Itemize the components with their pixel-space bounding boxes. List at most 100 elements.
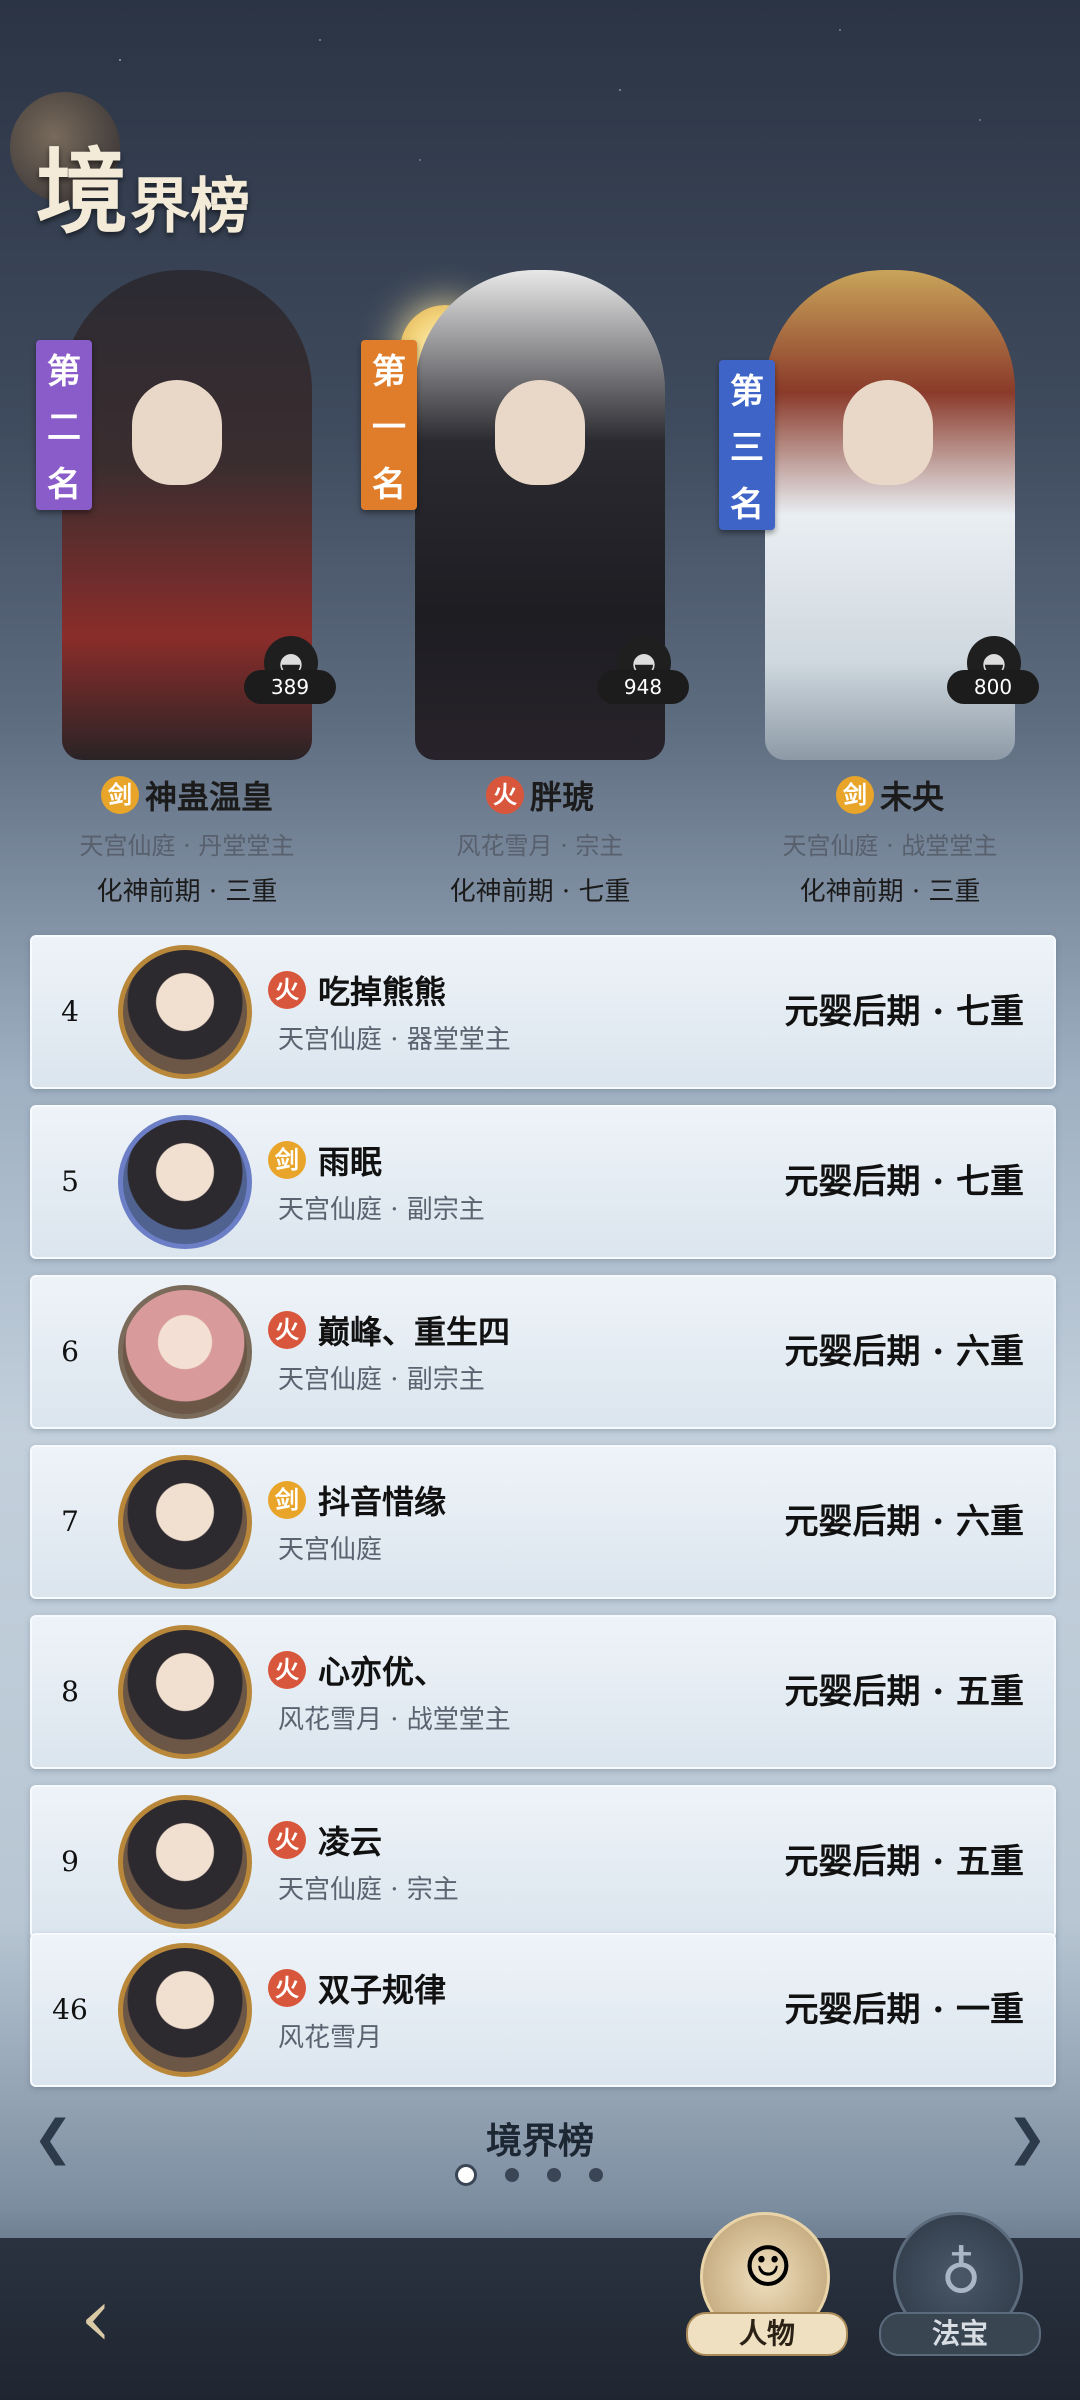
realm-level: 化神前期 · 三重 [799, 877, 981, 907]
player-name: 心亦优、 [318, 1653, 447, 1691]
rank-number: 6 [61, 1335, 79, 1368]
podium-second-info: 剑 神蛊温皇 天宫仙庭 · 丹堂堂主 化神前期 · 三重 [22, 772, 352, 908]
rank-char: 一 [372, 408, 406, 449]
rank-number: 7 [61, 1505, 79, 1538]
realm-level: 元婴后期 · 六重 [784, 1502, 1024, 1542]
player-name: 双子规律 [318, 1971, 447, 2009]
person-silhouette-icon: ☺ [742, 2235, 794, 2300]
rank-char: 名 [47, 465, 81, 506]
rank-number: 9 [61, 1845, 79, 1878]
element-badge: 火 [268, 1969, 306, 2007]
podium-third[interactable]: 第 三 名 ◓ 800 [719, 210, 1055, 770]
rank-char: 第 [372, 351, 406, 392]
avatar[interactable] [118, 1455, 252, 1589]
podium-first-info: 火 胖琥 风花雪月 · 宗主 化神前期 · 七重 [375, 772, 705, 908]
ranking-row[interactable]: 6 火 巅峰、重生四 天宫仙庭 · 副宗主 元婴后期 · 六重 [30, 1275, 1056, 1429]
player-name: 雨眠 [318, 1143, 383, 1181]
realm-level: 元婴后期 · 七重 [784, 992, 1024, 1032]
sect-title: 天宫仙庭 · 丹堂堂主 [79, 832, 295, 860]
element-badge: 剑 [835, 776, 874, 814]
sect-title: 天宫仙庭 · 器堂堂主 [278, 1025, 511, 1055]
rank-char: 名 [372, 465, 406, 506]
element-badge: 剑 [268, 1481, 306, 1519]
element-badge: 火 [268, 1821, 306, 1859]
ranking-row-self[interactable]: 46 火 双子规律 风花雪月 元婴后期 · 一重 [30, 1933, 1056, 2087]
like-count: 389 [244, 670, 336, 704]
element-badge: 火 [485, 776, 524, 814]
like-count: 948 [597, 670, 689, 704]
player-name: 凌云 [318, 1823, 383, 1861]
podium-second[interactable]: 第 二 名 ◓ 389 [22, 210, 352, 770]
page-dot-active[interactable] [455, 2164, 477, 2186]
sect-title: 天宫仙庭 · 战堂堂主 [782, 832, 998, 860]
player-name: 抖音惜缘 [318, 1483, 447, 1521]
element-badge: 火 [268, 1311, 306, 1349]
sect-title: 风花雪月 [278, 2023, 383, 2053]
player-name: 吃掉熊熊 [318, 973, 447, 1011]
name-row: 剑 神蛊温皇 [22, 772, 352, 818]
realm-level: 元婴后期 · 七重 [784, 1162, 1024, 1202]
ranking-row[interactable]: 7 剑 抖音惜缘 天宫仙庭 元婴后期 · 六重 [30, 1445, 1056, 1599]
rank-char: 第 [47, 351, 81, 392]
rank-banner-first: 第 一 名 [361, 340, 417, 510]
tab-people-label: 人物 [686, 2312, 848, 2356]
ranking-row[interactable]: 9 火 凌云 天宫仙庭 · 宗主 元婴后期 · 五重 [30, 1785, 1056, 1939]
character-head [495, 380, 585, 485]
rank-char: 二 [47, 408, 81, 449]
board-title: 境界榜 [485, 2120, 594, 2162]
element-badge: 火 [268, 1651, 306, 1689]
rank-char: 名 [730, 485, 764, 526]
back-arrow-icon[interactable]: ‹ [46, 2268, 146, 2368]
realm-level: 元婴后期 · 五重 [784, 1672, 1024, 1712]
like-count: 800 [947, 670, 1039, 704]
rank-number: 46 [52, 1993, 88, 2026]
podium-third-info: 剑 未央 天宫仙庭 · 战堂堂主 化神前期 · 三重 [725, 772, 1055, 908]
page-dot[interactable] [589, 2168, 603, 2182]
rank-char: 第 [730, 371, 764, 412]
ranking-row[interactable]: 5 剑 雨眠 天宫仙庭 · 副宗主 元婴后期 · 七重 [30, 1105, 1056, 1259]
tab-treasure-label: 法宝 [879, 2312, 1041, 2356]
rank-number: 5 [61, 1165, 79, 1198]
rank-number: 8 [61, 1675, 79, 1708]
realm-level: 化神前期 · 七重 [449, 877, 631, 907]
element-badge: 剑 [100, 776, 139, 814]
avatar[interactable] [118, 1795, 252, 1929]
sect-title: 天宫仙庭 · 宗主 [278, 1875, 459, 1905]
sect-title: 天宫仙庭 [278, 1535, 383, 1565]
name-row: 剑 未央 [725, 772, 1055, 818]
realm-level: 元婴后期 · 六重 [784, 1332, 1024, 1372]
realm-level: 化神前期 · 三重 [96, 877, 278, 907]
rank-banner-third: 第 三 名 [719, 360, 775, 530]
sect-title: 天宫仙庭 · 副宗主 [278, 1195, 485, 1225]
player-name: 巅峰、重生四 [318, 1313, 511, 1351]
rank-char: 三 [730, 428, 764, 469]
element-badge: 剑 [268, 1141, 306, 1179]
rank-banner-second: 第 二 名 [36, 340, 92, 510]
element-badge: 火 [268, 971, 306, 1009]
page-dot[interactable] [547, 2168, 561, 2182]
rank-number: 4 [61, 995, 79, 1028]
avatar[interactable] [118, 1115, 252, 1249]
sect-title: 风花雪月 · 战堂堂主 [278, 1705, 511, 1735]
avatar[interactable] [118, 1625, 252, 1759]
player-name[interactable]: 胖琥 [530, 772, 594, 818]
avatar[interactable] [118, 1943, 252, 2077]
ranking-row[interactable]: 4 火 吃掉熊熊 天宫仙庭 · 器堂堂主 元婴后期 · 七重 [30, 935, 1056, 1089]
player-name[interactable]: 神蛊温皇 [145, 772, 273, 818]
gourd-icon: ♁ [940, 2235, 982, 2300]
avatar[interactable] [118, 1285, 252, 1419]
realm-level: 元婴后期 · 一重 [784, 1990, 1024, 2030]
realm-level: 元婴后期 · 五重 [784, 1842, 1024, 1882]
tab-treasure[interactable]: ♁ 法宝 [879, 2212, 1041, 2356]
character-head [843, 380, 933, 485]
avatar[interactable] [118, 945, 252, 1079]
character-head [132, 380, 222, 485]
player-name[interactable]: 未央 [880, 772, 944, 818]
ranking-row[interactable]: 8 火 心亦优、 风花雪月 · 战堂堂主 元婴后期 · 五重 [30, 1615, 1056, 1769]
sect-title: 天宫仙庭 · 副宗主 [278, 1365, 485, 1395]
sect-title: 风花雪月 · 宗主 [456, 832, 624, 860]
page-indicator [455, 2164, 603, 2186]
tab-people[interactable]: ☺ 人物 [686, 2212, 848, 2356]
podium-first[interactable]: 第 一 名 ◓ 948 [361, 210, 705, 770]
page-dot[interactable] [505, 2168, 519, 2182]
